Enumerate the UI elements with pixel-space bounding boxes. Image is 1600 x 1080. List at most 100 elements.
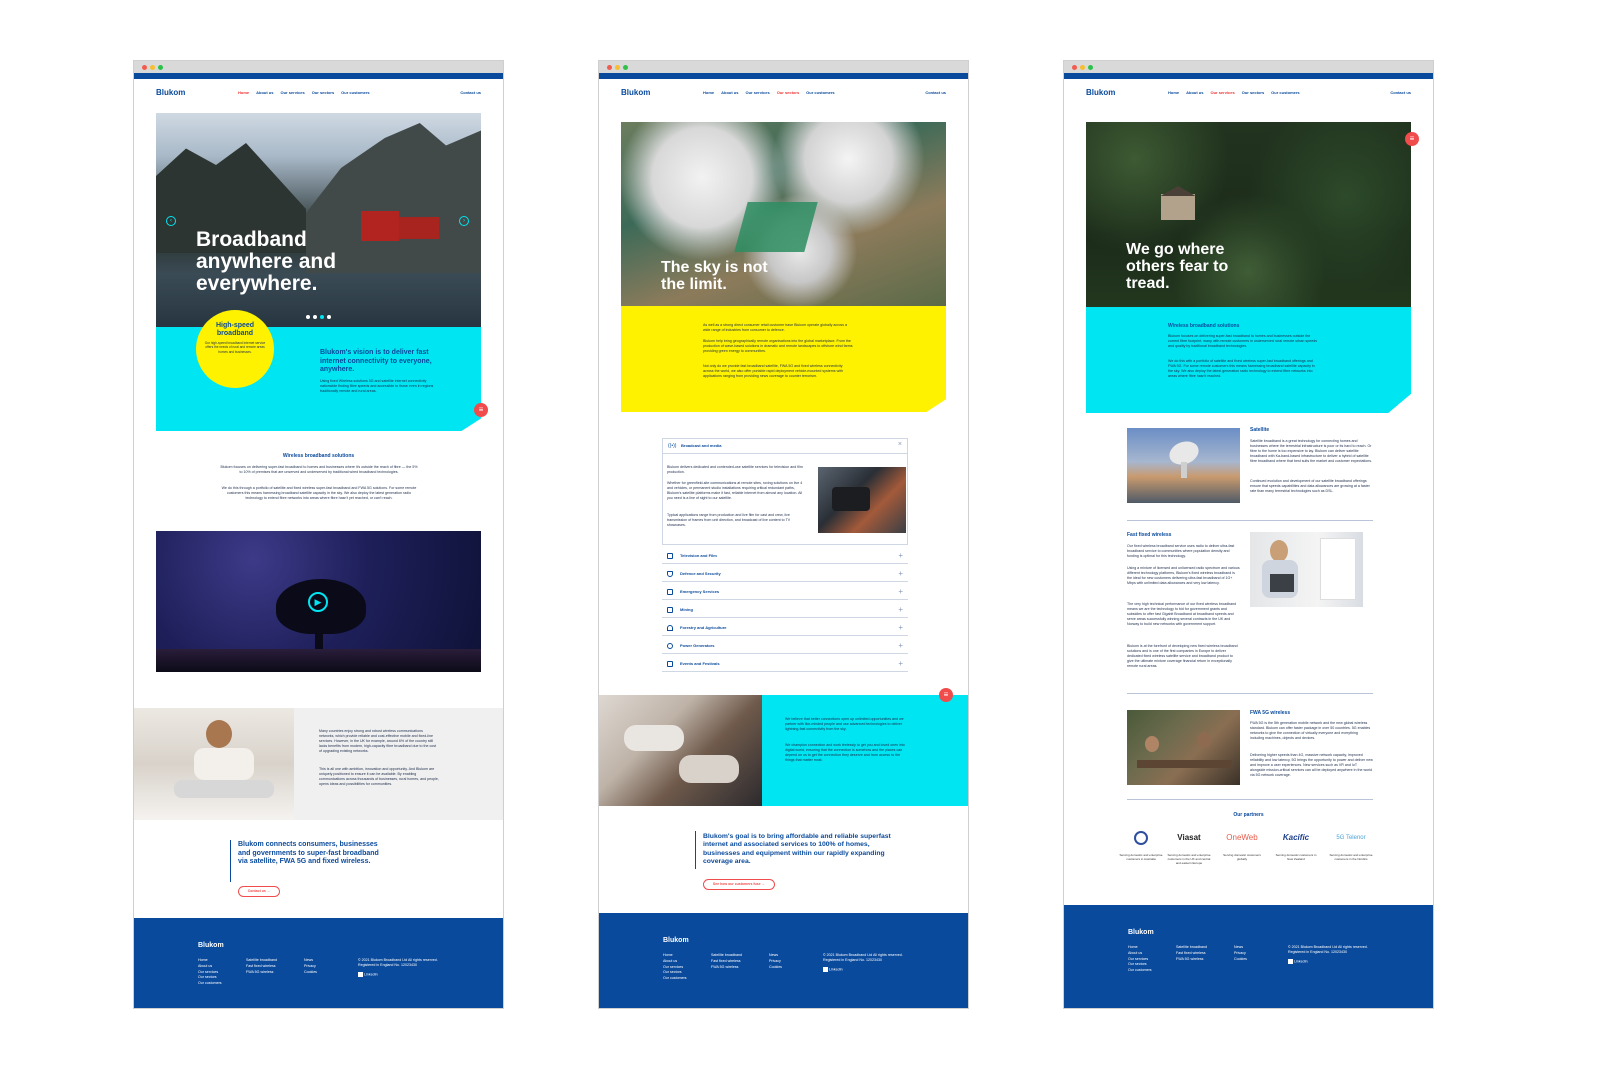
site-nav: Blukom Home About us Our services Our se… (1064, 79, 1433, 105)
carousel-dots[interactable] (306, 315, 331, 319)
prev-arrow-icon[interactable]: ‹ (166, 216, 176, 226)
nav-contact[interactable]: Contact us (925, 90, 946, 95)
plus-icon: + (898, 551, 903, 560)
copyright: © 2021 Blukom Broadband Ltd All rights r… (358, 958, 438, 967)
footer-link[interactable]: Privacy (304, 964, 317, 970)
footer-link[interactable]: Fast fixed wireless (711, 959, 742, 965)
fixed-title: Fast fixed wireless (1127, 532, 1172, 538)
nav-services[interactable]: Our services (280, 90, 304, 95)
nav-contact[interactable]: Contact us (460, 90, 481, 95)
nav-home[interactable]: Home (1168, 90, 1179, 95)
minimize-dot[interactable] (1080, 65, 1085, 70)
footer-link[interactable]: Our customers (198, 981, 222, 987)
accordion-open-title[interactable]: Broadcast and media (681, 443, 721, 448)
footer-logo[interactable]: Blukom (1128, 929, 1154, 936)
close-dot[interactable] (607, 65, 612, 70)
nav-services[interactable]: Our services (1210, 90, 1234, 95)
nav-services[interactable]: Our services (745, 90, 769, 95)
accordion-item[interactable]: Defence and Security + (662, 565, 908, 582)
hero-title: We go where others fear to tread. (1126, 241, 1229, 292)
footer-link[interactable]: Cookies (769, 965, 782, 971)
accordion-item[interactable]: Television and Film + (662, 547, 908, 564)
open-p3: Typical applications range from producti… (667, 513, 791, 527)
play-icon[interactable]: ▶ (308, 592, 328, 612)
nav-sectors[interactable]: Our sectors (312, 90, 334, 95)
customers-button-label: See how our customers fuse (712, 882, 761, 886)
window-chrome (1064, 61, 1433, 73)
footer-logo[interactable]: Blukom (663, 937, 689, 944)
menu-button[interactable]: ≡ (474, 403, 488, 417)
menu-button[interactable]: ≡ (939, 688, 953, 702)
window-chrome (599, 61, 968, 73)
nav-customers[interactable]: Our customers (1271, 90, 1299, 95)
maximize-dot[interactable] (1088, 65, 1093, 70)
footer-link[interactable]: Satellite broadband (1176, 945, 1207, 951)
accordion-item[interactable]: Power Generators + (662, 637, 908, 654)
partner-caption: Serving domestic and enterprise customer… (1167, 853, 1211, 865)
fixed-p3: The very high technical performance of o… (1127, 602, 1237, 626)
nav-about[interactable]: About us (721, 90, 738, 95)
fixed-p1: Our fixed wireless broadband service use… (1127, 544, 1235, 558)
nav-customers[interactable]: Our customers (341, 90, 369, 95)
nav-about[interactable]: About us (1186, 90, 1203, 95)
footer-logo[interactable]: Blukom (198, 942, 224, 949)
footer-link[interactable]: Cookies (304, 970, 317, 976)
footer-link[interactable]: FWA 5G wireless (246, 970, 277, 976)
footer-col2: Satellite broadband Fast fixed wireless FW… (246, 958, 277, 975)
logo[interactable]: Blukom (621, 88, 650, 97)
footer-link[interactable]: Privacy (1234, 951, 1247, 957)
contact-button[interactable]: Contact us → (238, 886, 280, 897)
partner-kacific[interactable]: Kacific Serving domestic customers in Ne… (1274, 831, 1318, 861)
hero-title: Broadband anywhere and everywhere. (196, 228, 337, 295)
footer-link[interactable]: FWA 5G wireless (1176, 957, 1207, 963)
girl-image (134, 708, 294, 820)
footer-link[interactable]: Satellite broadband (246, 958, 277, 964)
close-icon[interactable]: × (898, 441, 902, 448)
footer-link[interactable]: Fast fixed wireless (1176, 951, 1207, 957)
yellow-p2: Blukom help bring geographically remote … (703, 339, 853, 353)
footer-link[interactable]: Cookies (1234, 957, 1247, 963)
footer-link[interactable]: Fast fixed wireless (246, 964, 277, 970)
footer: Blukom Home About us Our services Our secto… (134, 918, 503, 1008)
footer-col3: News Privacy Cookies (1234, 945, 1247, 962)
footer-link[interactable]: Satellite broadband (711, 953, 742, 959)
maximize-dot[interactable] (623, 65, 628, 70)
accordion-item[interactable]: Mining + (662, 601, 908, 618)
partner-uksa[interactable]: Serving domestic and enterprise customer… (1119, 831, 1163, 861)
accordion-item[interactable]: Emergency Services + (662, 583, 908, 600)
minimize-dot[interactable] (615, 65, 620, 70)
logo[interactable]: Blukom (1086, 88, 1115, 97)
nav-contact[interactable]: Contact us (1390, 90, 1411, 95)
nav-sectors[interactable]: Our sectors (1242, 90, 1264, 95)
nav-sectors[interactable]: Our sectors (777, 90, 799, 95)
accordion-item[interactable]: Forestry and Agriculture + (662, 619, 908, 636)
customers-button[interactable]: See how our customers fuse → (703, 879, 775, 890)
linkedin-link[interactable]: LinkedIn (1288, 959, 1308, 965)
nav-home[interactable]: Home (703, 90, 714, 95)
next-arrow-icon[interactable]: › (459, 216, 469, 226)
close-dot[interactable] (1072, 65, 1077, 70)
menu-button[interactable]: ≡ (1405, 132, 1419, 146)
accordion-item[interactable]: Events and Festivals + (662, 655, 908, 672)
nav-about[interactable]: About us (256, 90, 273, 95)
close-dot[interactable] (142, 65, 147, 70)
maximize-dot[interactable] (158, 65, 163, 70)
footer-link[interactable]: Our customers (663, 976, 687, 982)
partner-viasat[interactable]: Viasat Serving domestic and enterprise c… (1167, 831, 1211, 865)
section-title: Wireless broadband solutions (282, 453, 355, 459)
logo[interactable]: Blukom (156, 88, 185, 97)
footer-link[interactable]: FWA 5G wireless (711, 965, 742, 971)
hero-image: The sky is not the limit. (621, 122, 946, 307)
footer-link[interactable]: Our customers (1128, 968, 1152, 974)
festival-icon (667, 661, 673, 667)
linkedin-link[interactable]: LinkedIn (358, 972, 378, 978)
partner-telenor[interactable]: 5G Telenor Serving domestic and enterpri… (1329, 831, 1373, 861)
footer-link[interactable]: Privacy (769, 959, 782, 965)
minimize-dot[interactable] (150, 65, 155, 70)
nav-home[interactable]: Home (238, 90, 249, 95)
nav-customers[interactable]: Our customers (806, 90, 834, 95)
linkedin-link[interactable]: LinkedIn (823, 967, 843, 973)
partner-oneweb[interactable]: OneWeb Serving domestic customers global… (1220, 831, 1264, 861)
fields (734, 202, 818, 252)
partner-caption: Serving domestic and enterprise customer… (1119, 853, 1163, 861)
